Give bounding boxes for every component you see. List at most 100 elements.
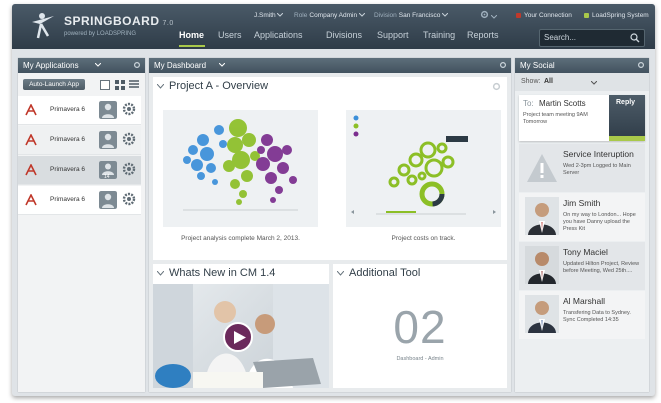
gear-icon[interactable] bbox=[122, 162, 136, 176]
nav-applications[interactable]: Applications bbox=[254, 30, 303, 40]
cost-chart-tile[interactable] bbox=[346, 110, 501, 227]
primavera-logo-icon bbox=[25, 194, 37, 206]
app-item[interactable]: Primavera 6 14 bbox=[18, 156, 141, 185]
users-icon[interactable] bbox=[99, 101, 117, 119]
logo[interactable]: SPRINGBOARD 7.0 powered by LOADSPRING bbox=[28, 10, 178, 44]
primavera-logo-icon bbox=[25, 104, 37, 116]
role-label: Role bbox=[294, 12, 308, 19]
nav-training[interactable]: Training bbox=[423, 30, 455, 40]
chevron-down-icon[interactable] bbox=[591, 81, 597, 85]
applications-header: My Applications bbox=[18, 58, 145, 73]
social-item-text: Wed 2-3pm Logged to Main Server bbox=[563, 163, 631, 176]
social-item-name: Jim Smith bbox=[563, 198, 601, 208]
additional-tool-card: Additional Tool 02 Dashboard - Admin bbox=[333, 264, 507, 388]
video-thumbnail[interactable] bbox=[153, 284, 329, 388]
applications-panel: My Applications Auto-Launch App Primaver… bbox=[18, 58, 145, 392]
nav-divisions[interactable]: Divisions bbox=[326, 30, 362, 40]
social-item-name: Service Interuption bbox=[563, 149, 634, 159]
app-window: SPRINGBOARD 7.0 powered by LOADSPRING J.S… bbox=[12, 4, 655, 396]
overview-caption-left: Project analysis complete March 2, 2013. bbox=[181, 235, 300, 242]
message-compose[interactable]: To: Martin Scotts Project team meeting 9… bbox=[519, 95, 645, 141]
app-item[interactable]: Primavera 6 bbox=[18, 186, 141, 215]
gear-icon[interactable] bbox=[492, 82, 501, 91]
user-menu[interactable]: J.Smith bbox=[254, 12, 284, 19]
chevron-down-icon[interactable] bbox=[219, 63, 225, 67]
play-button[interactable] bbox=[223, 322, 253, 352]
social-panel: My Social Show: All To: Martin Scotts Pr… bbox=[515, 58, 649, 392]
social-filter-bar: Show: All bbox=[515, 73, 649, 91]
system-status[interactable]: LoadSpring System bbox=[584, 12, 649, 19]
gear-icon[interactable] bbox=[499, 61, 507, 69]
social-item-name: Tony Maciel bbox=[563, 247, 608, 257]
nav-support[interactable]: Support bbox=[377, 30, 409, 40]
app-name: Primavera 6 bbox=[50, 106, 86, 113]
whats-new-title: Whats New in CM 1.4 bbox=[169, 267, 276, 279]
chevron-down-icon bbox=[358, 12, 366, 17]
reply-button[interactable]: Reply bbox=[609, 95, 645, 141]
chevron-down-icon[interactable] bbox=[157, 84, 164, 89]
connection-status[interactable]: Your Connection bbox=[516, 12, 572, 19]
user-count-badge: 14 bbox=[104, 174, 110, 180]
reply-accent bbox=[609, 136, 645, 141]
division-menu[interactable]: Division San Francisco bbox=[374, 12, 449, 19]
users-icon[interactable] bbox=[99, 131, 117, 149]
auto-launch-button[interactable]: Auto-Launch App bbox=[23, 79, 85, 90]
app-name: Primavera 6 bbox=[50, 166, 86, 173]
chevron-down-icon bbox=[441, 12, 449, 17]
springboard-logo-icon bbox=[32, 13, 54, 39]
social-item-text: Transfering Data to Sydney. Sync Complet… bbox=[563, 310, 631, 323]
dashboard-title: My Dashboard bbox=[154, 61, 207, 70]
social-item[interactable]: Service Interuption Wed 2-3pm Logged to … bbox=[519, 144, 645, 192]
chevron-down-icon bbox=[490, 14, 498, 19]
avatar bbox=[525, 246, 559, 284]
reply-label: Reply bbox=[616, 99, 636, 106]
chevron-down-icon bbox=[277, 12, 284, 17]
social-item[interactable]: Jim Smith On my way to London... Hope yo… bbox=[519, 193, 645, 241]
search-placeholder: Search... bbox=[544, 33, 577, 42]
grid-view-icon[interactable] bbox=[115, 80, 125, 90]
search-input[interactable]: Search... bbox=[539, 29, 645, 47]
users-icon[interactable] bbox=[99, 191, 117, 209]
division-value: San Francisco bbox=[398, 12, 441, 19]
filter-select[interactable]: All bbox=[544, 78, 553, 85]
search-icon[interactable] bbox=[630, 33, 640, 43]
detail-view-icon[interactable] bbox=[129, 80, 139, 90]
app-item[interactable]: Primavera 6 bbox=[18, 96, 141, 125]
dashboard-panel: My Dashboard Project A - Overview Projec… bbox=[149, 58, 511, 392]
overview-title: Project A - Overview bbox=[169, 80, 269, 92]
gear-icon[interactable] bbox=[122, 132, 136, 146]
nav-reports[interactable]: Reports bbox=[467, 30, 499, 40]
chevron-down-icon[interactable] bbox=[157, 271, 164, 276]
bubble-chart-tile[interactable] bbox=[163, 110, 318, 227]
social-item-text: Updated Hilton Project, Review before Me… bbox=[563, 261, 640, 274]
connection-status-icon bbox=[516, 12, 521, 18]
gear-icon bbox=[480, 10, 489, 19]
nav-users[interactable]: Users bbox=[218, 30, 242, 40]
message-text[interactable]: Project team meeting 9AM Tomorrow bbox=[523, 112, 603, 126]
additional-tool-title: Additional Tool bbox=[349, 267, 421, 279]
overview-caption-right: Project costs on track. bbox=[391, 235, 456, 242]
role-menu[interactable]: Role Company Admin bbox=[294, 12, 366, 19]
gear-icon[interactable] bbox=[122, 192, 136, 206]
applications-title: My Applications bbox=[23, 61, 79, 70]
social-item[interactable]: Al Marshall Transfering Data to Sydney. … bbox=[519, 291, 645, 339]
logo-version: 7.0 bbox=[162, 20, 174, 27]
avatar bbox=[525, 197, 559, 235]
chevron-down-icon[interactable] bbox=[95, 63, 101, 67]
gear-icon[interactable] bbox=[122, 102, 136, 116]
warning-icon bbox=[527, 154, 557, 182]
role-value: Company Admin bbox=[309, 12, 358, 19]
gear-icon[interactable] bbox=[637, 61, 645, 69]
division-label: Division bbox=[374, 12, 397, 19]
list-view-icon[interactable] bbox=[100, 80, 110, 90]
system-status-icon bbox=[584, 12, 589, 18]
primavera-logo-icon bbox=[25, 134, 37, 146]
social-item[interactable]: Tony Maciel Updated Hilton Project, Revi… bbox=[519, 242, 645, 290]
app-item[interactable]: Primavera 6 bbox=[18, 126, 141, 155]
settings-menu[interactable] bbox=[480, 10, 498, 21]
nav-home[interactable]: Home bbox=[179, 30, 204, 40]
additional-tool-number[interactable]: 02 bbox=[333, 300, 507, 354]
social-title: My Social bbox=[520, 61, 555, 70]
gear-icon[interactable] bbox=[133, 61, 141, 69]
chevron-down-icon[interactable] bbox=[337, 271, 344, 276]
